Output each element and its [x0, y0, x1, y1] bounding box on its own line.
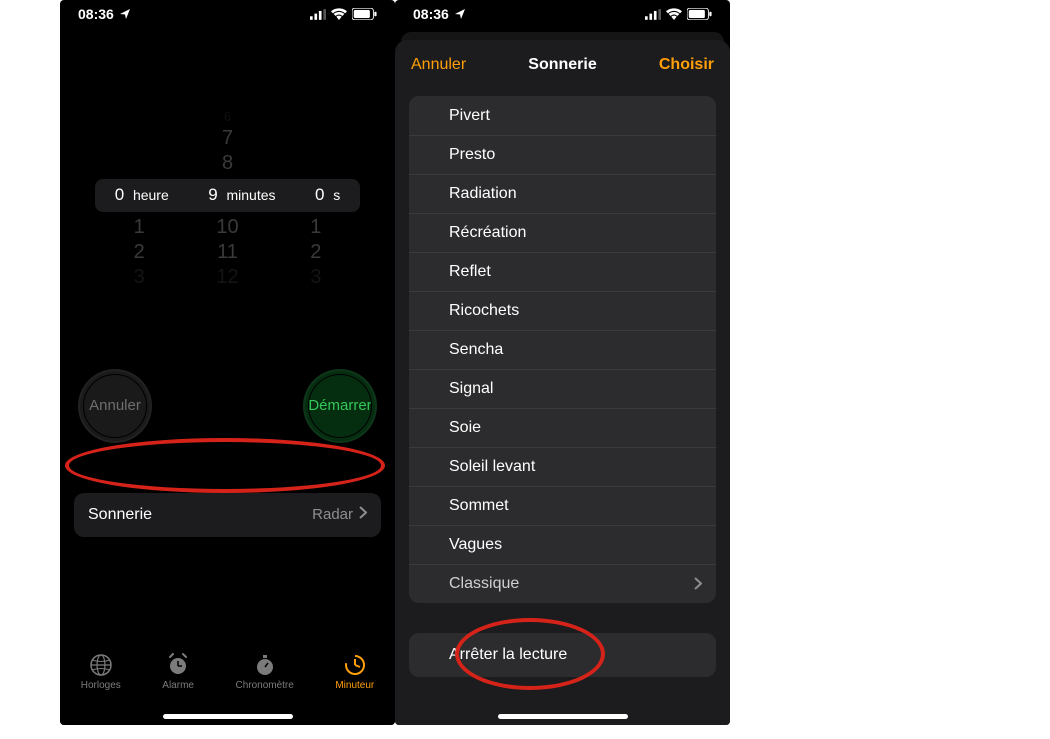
status-bar: 08:36	[60, 0, 395, 28]
list-item[interactable]: Ricochets	[409, 291, 716, 330]
wifi-icon	[666, 8, 682, 20]
sheet-header: Annuler Sonnerie Choisir	[395, 40, 730, 90]
sonnerie-cell[interactable]: Sonnerie Radar	[74, 493, 381, 537]
list-item[interactable]: Soleil levant	[409, 447, 716, 486]
list-item[interactable]: Soie	[409, 408, 716, 447]
tab-timer[interactable]: Minuteur	[335, 653, 374, 691]
tab-alarm[interactable]: Alarme	[162, 653, 194, 691]
phone-timer: 08:36 6 7 8 0 heure 9 minutes 0 s	[60, 0, 395, 725]
chevron-right-icon	[359, 506, 367, 523]
list-item[interactable]: Signal	[409, 369, 716, 408]
list-item[interactable]: Radiation	[409, 174, 716, 213]
picker-row: 7	[222, 127, 233, 150]
sonnerie-sheet: Annuler Sonnerie Choisir Pivert Presto R…	[395, 40, 730, 725]
sheet-cancel-button[interactable]: Annuler	[411, 56, 466, 74]
timer-icon	[343, 653, 367, 677]
tab-clocks[interactable]: Horloges	[81, 653, 121, 691]
globe-icon	[89, 653, 113, 677]
annotation-ellipse-sonnerie	[65, 438, 385, 493]
list-item[interactable]: Récréation	[409, 213, 716, 252]
stop-playback-cell[interactable]: Arrêter la lecture	[409, 633, 716, 677]
wifi-icon	[331, 8, 347, 20]
picker-selected-row: 0 heure 9 minutes 0 s	[95, 179, 360, 212]
cellular-icon	[645, 9, 661, 20]
list-item[interactable]: Sencha	[409, 330, 716, 369]
stopwatch-icon	[253, 653, 277, 677]
tab-stopwatch[interactable]: Chronomètre	[235, 653, 293, 691]
battery-icon	[352, 8, 377, 20]
home-indicator[interactable]	[163, 714, 293, 719]
picker-row: 8	[222, 152, 233, 175]
list-item[interactable]: Sommet	[409, 486, 716, 525]
list-item[interactable]: Vagues	[409, 525, 716, 564]
picker-row: 6	[224, 110, 231, 125]
location-icon	[119, 8, 131, 20]
ringtone-list[interactable]: Pivert Presto Radiation Récréation Refle…	[409, 96, 716, 603]
tab-bar: Horloges Alarme Chronomètre Minuteur	[60, 645, 395, 725]
status-time: 08:36	[78, 6, 114, 22]
sheet-choose-button[interactable]: Choisir	[659, 56, 714, 74]
battery-icon	[687, 8, 712, 20]
status-bar: 08:36	[395, 0, 730, 28]
cancel-button[interactable]: Annuler	[78, 369, 152, 443]
list-item[interactable]: Presto	[409, 135, 716, 174]
alarm-icon	[166, 653, 190, 677]
cellular-icon	[310, 9, 326, 20]
phone-sonnerie-sheet: 08:36 Annuler Sonnerie Choisir Pivert	[395, 0, 730, 725]
list-item[interactable]: Reflet	[409, 252, 716, 291]
status-time: 08:36	[413, 6, 449, 22]
sonnerie-value: Radar	[312, 506, 353, 523]
home-indicator[interactable]	[498, 714, 628, 719]
start-button[interactable]: Démarrer	[303, 369, 377, 443]
sonnerie-label: Sonnerie	[88, 506, 152, 524]
time-picker[interactable]: 6 7 8 0 heure 9 minutes 0 s 1101 2112 31…	[60, 110, 395, 289]
chevron-right-icon	[694, 574, 702, 595]
list-item-classique[interactable]: Classique	[409, 564, 716, 603]
list-item[interactable]: Pivert	[409, 96, 716, 135]
location-icon	[454, 8, 466, 20]
